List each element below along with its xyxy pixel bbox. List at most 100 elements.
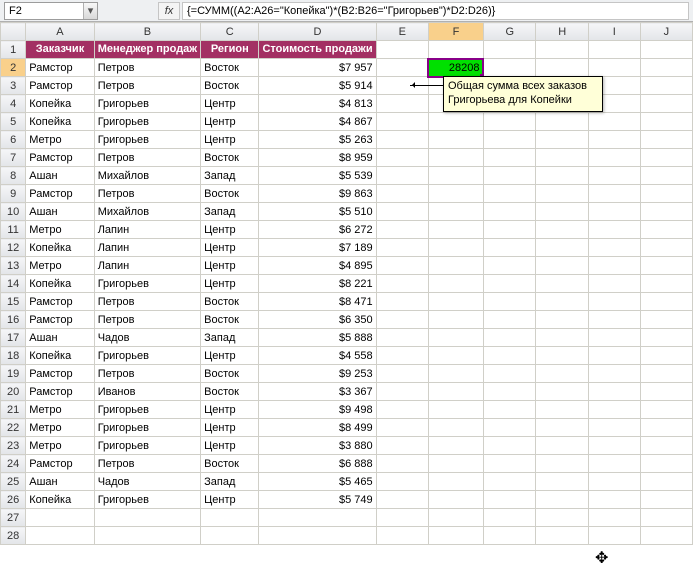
table-cell[interactable]: Рамстор [26,77,94,95]
cell[interactable] [428,365,483,383]
cell[interactable] [428,383,483,401]
column-header-I[interactable]: I [588,23,640,41]
table-cell[interactable]: Рамстор [26,149,94,167]
cell[interactable] [588,167,640,185]
row-header-14[interactable]: 14 [1,275,26,293]
table-cell[interactable]: Центр [201,419,259,437]
table-cell[interactable]: Метро [26,131,94,149]
cell[interactable] [376,347,428,365]
table-cell[interactable]: Центр [201,239,259,257]
cell[interactable] [640,257,692,275]
row-header-11[interactable]: 11 [1,221,26,239]
row-header-8[interactable]: 8 [1,167,26,185]
table-cell[interactable]: Григорьев [94,347,200,365]
table-cell[interactable]: Чадов [94,329,200,347]
table-cell[interactable]: Григорьев [94,419,200,437]
cell[interactable] [640,527,692,545]
table-cell[interactable]: Метро [26,257,94,275]
formula-input[interactable]: {=СУММ((A2:A26="Копейка")*(B2:B26="Григо… [182,2,689,20]
table-cell[interactable]: Запад [201,167,259,185]
table-cell[interactable]: Восток [201,383,259,401]
cell[interactable] [428,149,483,167]
table-cell[interactable]: Петров [94,455,200,473]
cell[interactable] [640,131,692,149]
cell[interactable] [376,509,428,527]
table-cell[interactable]: $8 221 [259,275,376,293]
cell[interactable] [588,311,640,329]
cell[interactable] [483,419,536,437]
table-cell[interactable]: Михайлов [94,203,200,221]
cell[interactable] [536,239,588,257]
cell[interactable] [376,185,428,203]
cell[interactable] [201,509,259,527]
cell[interactable] [428,401,483,419]
cell[interactable] [536,275,588,293]
column-header-J[interactable]: J [640,23,692,41]
cell[interactable] [536,419,588,437]
cell[interactable] [640,365,692,383]
table-cell[interactable]: Григорьев [94,401,200,419]
cell[interactable] [376,149,428,167]
cell[interactable] [376,239,428,257]
cell[interactable] [483,167,536,185]
cell[interactable] [640,473,692,491]
select-all-corner[interactable] [1,23,26,41]
cell[interactable] [588,509,640,527]
row-header-3[interactable]: 3 [1,77,26,95]
column-header-G[interactable]: G [483,23,536,41]
table-cell[interactable]: $9 253 [259,365,376,383]
cell[interactable] [376,455,428,473]
cell[interactable] [536,221,588,239]
cell[interactable] [588,221,640,239]
column-header-A[interactable]: A [26,23,94,41]
cell[interactable] [640,383,692,401]
cell[interactable] [428,293,483,311]
table-cell[interactable]: $9 863 [259,185,376,203]
cell[interactable] [483,365,536,383]
table-cell[interactable]: Григорьев [94,491,200,509]
cell[interactable] [536,131,588,149]
cell[interactable] [536,383,588,401]
row-header-17[interactable]: 17 [1,329,26,347]
table-cell[interactable]: Петров [94,311,200,329]
table-cell[interactable]: Восток [201,185,259,203]
column-header-B[interactable]: B [94,23,200,41]
table-cell[interactable]: Рамстор [26,293,94,311]
row-header-10[interactable]: 10 [1,203,26,221]
cell[interactable] [483,275,536,293]
cell[interactable] [640,455,692,473]
cell[interactable] [483,473,536,491]
table-cell[interactable]: Григорьев [94,437,200,455]
table-cell[interactable]: Центр [201,347,259,365]
cell[interactable] [26,509,94,527]
cell[interactable] [428,347,483,365]
cell[interactable] [588,527,640,545]
row-header-13[interactable]: 13 [1,257,26,275]
table-cell[interactable]: Ашан [26,167,94,185]
row-header-2[interactable]: 2 [1,59,26,77]
cell[interactable] [376,401,428,419]
cell[interactable] [259,527,376,545]
cell[interactable] [536,329,588,347]
cell[interactable] [640,401,692,419]
table-cell[interactable]: Петров [94,149,200,167]
cell[interactable] [640,293,692,311]
cell[interactable] [483,437,536,455]
cell[interactable] [536,203,588,221]
cell[interactable] [376,257,428,275]
cell[interactable] [483,401,536,419]
cell[interactable] [428,203,483,221]
table-cell[interactable]: Восток [201,293,259,311]
row-header-4[interactable]: 4 [1,95,26,113]
cell[interactable] [483,257,536,275]
cell[interactable] [640,59,692,77]
cell[interactable] [588,239,640,257]
row-header-7[interactable]: 7 [1,149,26,167]
cell[interactable] [640,149,692,167]
cell[interactable] [376,365,428,383]
cell[interactable] [376,383,428,401]
cell[interactable] [428,221,483,239]
table-cell[interactable]: Восток [201,77,259,95]
cell[interactable] [640,347,692,365]
table-cell[interactable]: Метро [26,437,94,455]
